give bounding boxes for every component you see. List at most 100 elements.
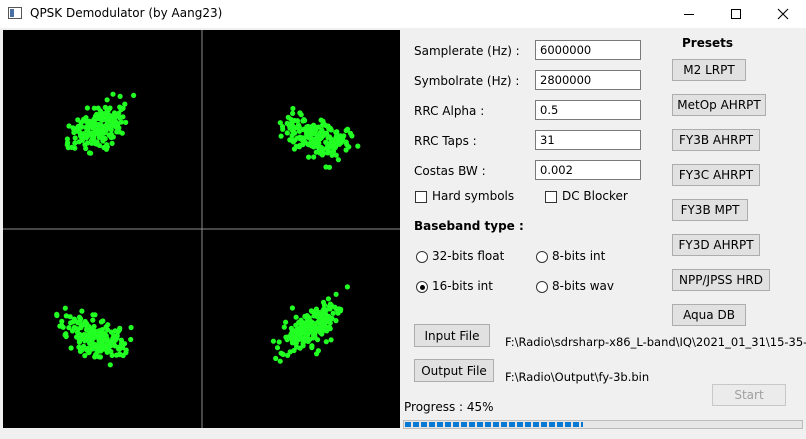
constellation-point (334, 129, 340, 135)
radio-16bit-int[interactable] (416, 281, 428, 293)
constellation-point (74, 326, 80, 332)
constellation-point (117, 346, 123, 352)
input-file-path: F:\Radio\sdrsharp-x86_L-band\IQ\2021_01_… (505, 335, 806, 349)
constellation-point (84, 105, 90, 111)
window-title: QPSK Demodulator (by Aang23) (30, 6, 223, 20)
constellation-point (306, 318, 312, 324)
constellation-point (77, 331, 83, 338)
constellation-point (270, 338, 276, 344)
constellation-point (109, 352, 115, 358)
constellation-point (326, 313, 332, 319)
input-file-button[interactable]: Input File (414, 324, 490, 347)
constellation-point (311, 154, 317, 160)
radio-8bit-int[interactable] (536, 251, 548, 263)
constellation-point (326, 142, 332, 148)
constellation-point (318, 312, 324, 318)
radio-32bit-float[interactable] (416, 251, 428, 263)
constellation-point (296, 332, 302, 338)
preset-fy3b-ahrpt-button[interactable]: FY3B AHRPT (672, 129, 760, 151)
hard-symbols-checkbox[interactable] (415, 191, 427, 203)
constellation-point (273, 355, 279, 361)
preset-fy3b-mpt-button[interactable]: FY3B MPT (672, 199, 748, 221)
rrc-alpha-input[interactable]: 0.5 (535, 100, 641, 120)
maximize-icon (731, 9, 741, 19)
constellation-point (117, 325, 123, 331)
constellation-point (284, 337, 290, 343)
constellation-point (63, 331, 69, 337)
constellation-point (104, 109, 110, 115)
constellation-point (128, 336, 134, 343)
constellation-point (347, 130, 354, 136)
constellation-point (287, 137, 293, 143)
constellation-point (301, 320, 307, 326)
constellation-point (284, 130, 290, 136)
radio-8bit-wav-label: 8-bits wav (552, 279, 614, 293)
output-file-button[interactable]: Output File (414, 359, 494, 382)
maximize-button[interactable] (713, 0, 759, 28)
start-button[interactable]: Start (712, 384, 786, 406)
constellation-point (291, 146, 297, 152)
title-bar: QPSK Demodulator (by Aang23) (0, 0, 806, 28)
constellation-point (83, 115, 89, 121)
dc-blocker-checkbox[interactable] (545, 191, 557, 203)
preset-metop-ahrpt-button[interactable]: MetOp AHRPT (672, 94, 766, 116)
dc-blocker-label: DC Blocker (562, 189, 628, 203)
constellation-point (320, 146, 326, 152)
preset-fy3d-ahrpt-button[interactable]: FY3D AHRPT (672, 234, 760, 256)
preset-fy3c-ahrpt-button[interactable]: FY3C AHRPT (672, 164, 760, 186)
progress-bar (403, 420, 803, 429)
constellation-point (326, 134, 333, 140)
constellation-point (355, 143, 361, 149)
constellation-point (333, 291, 339, 297)
constellation-point (294, 344, 300, 350)
presets-heading: Presets (682, 36, 734, 50)
output-file-path: F:\Radio\Output\fy-3b.bin (505, 370, 650, 384)
constellation-point (122, 341, 128, 347)
constellation-point (343, 127, 349, 134)
rrc-taps-input[interactable]: 31 (535, 130, 641, 150)
constellation-point (120, 352, 126, 359)
preset-npp-jpss-hrd-button[interactable]: NPP/JPSS HRD (672, 269, 770, 291)
constellation-point (68, 345, 74, 351)
constellation-point (109, 140, 115, 146)
constellation-point (105, 327, 111, 333)
constellation-point (104, 338, 110, 344)
constellation-point (294, 118, 301, 124)
constellation-point (95, 348, 101, 354)
symbolrate-input[interactable]: 2800000 (535, 70, 641, 90)
constellation-point (314, 351, 320, 357)
constellation-point (60, 324, 66, 330)
constellation-point (99, 117, 106, 123)
constellation-point (276, 339, 282, 345)
constellation-scope (3, 30, 400, 428)
constellation-point (289, 329, 295, 335)
constellation-point (344, 141, 350, 148)
constellation-plot (3, 30, 400, 428)
costas-bw-input[interactable]: 0.002 (535, 160, 641, 180)
constellation-point (90, 344, 96, 350)
constellation-point (54, 312, 60, 319)
constellation-point (319, 127, 325, 133)
preset-m2-lrpt-button[interactable]: M2 LRPT (672, 59, 746, 81)
constellation-point (91, 134, 97, 140)
close-button[interactable] (760, 0, 806, 28)
constellation-point (123, 347, 129, 353)
samplerate-input[interactable]: 6000000 (535, 40, 641, 60)
baseband-type-heading: Baseband type : (414, 219, 524, 233)
constellation-point (94, 129, 100, 135)
constellation-point (104, 144, 110, 150)
constellation-point (95, 105, 101, 111)
constellation-point (302, 117, 308, 124)
constellation-point (317, 322, 324, 328)
constellation-point (76, 339, 82, 345)
constellation-point (72, 145, 78, 151)
radio-8bit-wav[interactable] (536, 281, 548, 293)
preset-aqua-db-button[interactable]: Aqua DB (672, 304, 746, 326)
constellation-point (72, 140, 78, 146)
constellation-point (64, 142, 70, 148)
constellation-point (297, 110, 303, 116)
constellation-point (290, 105, 296, 112)
constellation-point (327, 304, 333, 310)
minimize-button[interactable] (666, 0, 712, 28)
constellation-point (298, 135, 304, 141)
